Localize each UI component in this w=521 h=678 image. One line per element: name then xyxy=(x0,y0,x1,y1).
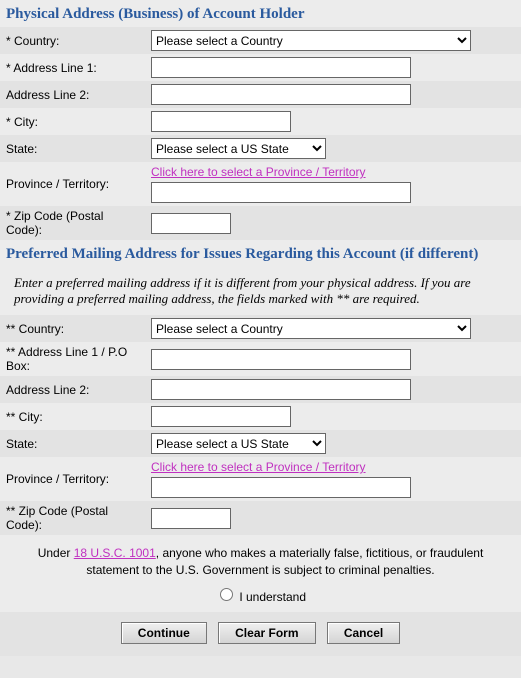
physical-city-input[interactable] xyxy=(151,111,291,132)
physical-addr2-label: Address Line 2: xyxy=(0,81,145,108)
physical-province-input[interactable] xyxy=(151,182,411,203)
physical-addr2-input[interactable] xyxy=(151,84,411,105)
legal-prefix: Under xyxy=(38,546,74,560)
mailing-addr1-input[interactable] xyxy=(151,349,411,370)
physical-city-label: * City: xyxy=(0,108,145,135)
continue-button[interactable]: Continue xyxy=(121,622,207,644)
physical-addr1-input[interactable] xyxy=(151,57,411,78)
mailing-province-input[interactable] xyxy=(151,477,411,498)
mailing-section-header: Preferred Mailing Address for Issues Reg… xyxy=(0,240,521,267)
mailing-city-label: ** City: xyxy=(0,403,145,430)
legal-link[interactable]: 18 U.S.C. 1001 xyxy=(74,546,156,560)
physical-country-select[interactable]: Please select a Country xyxy=(151,30,471,51)
physical-state-label: State: xyxy=(0,135,145,162)
mailing-province-link[interactable]: Click here to select a Province / Territ… xyxy=(151,460,366,474)
mailing-instruction: Enter a preferred mailing address if it … xyxy=(0,267,521,315)
mailing-country-select[interactable]: Please select a Country xyxy=(151,318,471,339)
understand-label: I understand xyxy=(239,590,306,604)
cancel-button[interactable]: Cancel xyxy=(327,622,400,644)
understand-radio[interactable] xyxy=(220,588,233,601)
mailing-addr2-input[interactable] xyxy=(151,379,411,400)
mailing-addr1-label: ** Address Line 1 / P.O Box: xyxy=(0,342,145,376)
mailing-state-select[interactable]: Please select a US State xyxy=(151,433,326,454)
physical-section-header: Physical Address (Business) of Account H… xyxy=(0,0,521,27)
physical-address-form: * Country: Please select a Country * Add… xyxy=(0,27,521,240)
mailing-country-label: ** Country: xyxy=(0,315,145,342)
mailing-city-input[interactable] xyxy=(151,406,291,427)
clear-form-button[interactable]: Clear Form xyxy=(218,622,315,644)
understand-row: I understand xyxy=(0,583,521,612)
physical-state-select[interactable]: Please select a US State xyxy=(151,138,326,159)
mailing-addr2-label: Address Line 2: xyxy=(0,376,145,403)
physical-province-label: Province / Territory: xyxy=(0,162,145,206)
mailing-zip-label: ** Zip Code (Postal Code): xyxy=(0,501,145,535)
mailing-state-label: State: xyxy=(0,430,145,457)
physical-addr1-label: * Address Line 1: xyxy=(0,54,145,81)
mailing-zip-input[interactable] xyxy=(151,508,231,529)
mailing-address-form: ** Country: Please select a Country ** A… xyxy=(0,315,521,535)
mailing-province-label: Province / Territory: xyxy=(0,457,145,501)
button-row: Continue Clear Form Cancel xyxy=(0,612,521,656)
physical-zip-label: * Zip Code (Postal Code): xyxy=(0,206,145,240)
legal-statement: Under 18 U.S.C. 1001, anyone who makes a… xyxy=(0,535,521,583)
physical-country-label: * Country: xyxy=(0,27,145,54)
physical-province-link[interactable]: Click here to select a Province / Territ… xyxy=(151,165,366,179)
physical-zip-input[interactable] xyxy=(151,213,231,234)
